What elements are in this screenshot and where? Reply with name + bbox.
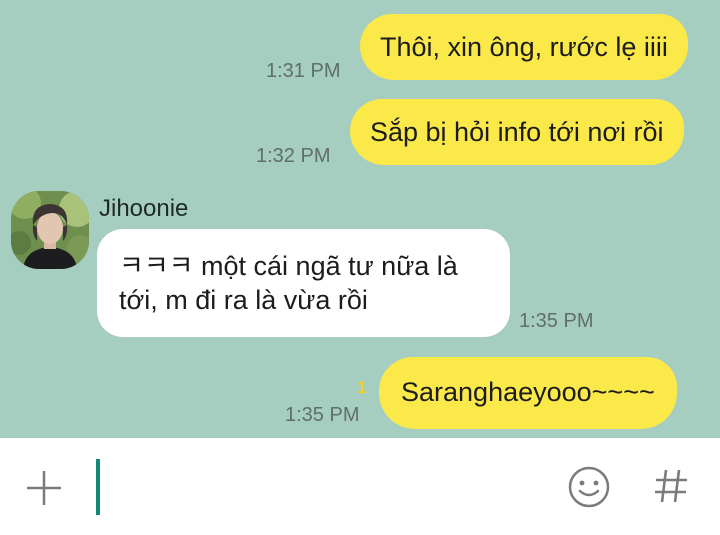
sender-name: Jihoonie bbox=[99, 195, 189, 222]
message-input[interactable] bbox=[92, 454, 542, 522]
plus-icon bbox=[27, 471, 61, 505]
emoji-icon bbox=[568, 466, 610, 508]
text-cursor bbox=[96, 459, 100, 515]
chat-screen: 1:31 PM Thôi, xin ông, rước lẹ iiii 1:32… bbox=[0, 0, 720, 535]
message-text: Sắp bị hỏi info tới nơi rồi bbox=[370, 117, 664, 147]
avatar[interactable] bbox=[11, 191, 89, 269]
unread-count: 1 bbox=[357, 378, 367, 397]
message-list[interactable]: 1:31 PM Thôi, xin ông, rước lẹ iiii 1:32… bbox=[0, 0, 720, 438]
message-time: 1:32 PM bbox=[256, 145, 331, 167]
emoji-button[interactable] bbox=[567, 465, 611, 509]
hashtag-button[interactable] bbox=[651, 466, 691, 506]
message-time: 1:35 PM bbox=[285, 404, 360, 426]
my-message-bubble[interactable]: Saranghaeyooo~~~~ bbox=[379, 357, 677, 429]
message-time: 1:31 PM bbox=[266, 60, 341, 82]
message-text: Saranghaeyooo~~~~ bbox=[401, 377, 655, 407]
message-text: ㅋㅋㅋ một cái ngã tư nữa là tới, m đi ra l… bbox=[119, 251, 458, 315]
hash-icon bbox=[655, 469, 687, 503]
my-message-bubble[interactable]: Sắp bị hỏi info tới nơi rồi bbox=[350, 99, 684, 165]
message-text: Thôi, xin ông, rước lẹ iiii bbox=[380, 32, 668, 62]
their-message-bubble[interactable]: ㅋㅋㅋ một cái ngã tư nữa là tới, m đi ra l… bbox=[97, 229, 510, 337]
avatar-photo bbox=[11, 191, 89, 269]
attach-button[interactable] bbox=[24, 468, 64, 508]
message-time: 1:35 PM bbox=[519, 310, 594, 332]
my-message-bubble[interactable]: Thôi, xin ông, rước lẹ iiii bbox=[360, 14, 688, 80]
